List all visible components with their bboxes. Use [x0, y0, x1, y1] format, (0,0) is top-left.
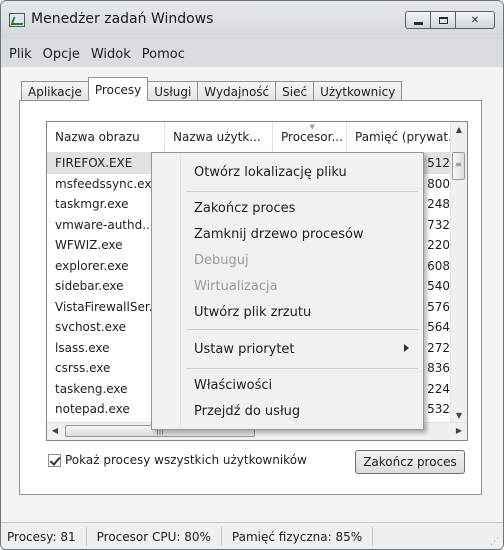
status-processes: Procesy: 81	[1, 527, 87, 546]
process-name: notepad.exe	[55, 402, 130, 416]
close-icon: ✕	[470, 14, 480, 26]
menu-pomoc[interactable]: Pomoc	[138, 47, 192, 62]
process-name: VistaFirewallSer...	[55, 299, 161, 314]
window-controls: ✕	[405, 11, 495, 29]
process-name: lsass.exe	[55, 340, 110, 355]
size-grip-icon[interactable]: ⋰	[490, 537, 500, 547]
status-bar: Procesy: 81 Procesor CPU: 80% Pamięć fiz…	[1, 522, 503, 549]
minimize-button[interactable]	[405, 11, 431, 29]
menu-bar: Plik Opcje Widok Pomoc	[1, 43, 503, 65]
process-memory: 248	[427, 197, 450, 211]
process-memory: 220	[427, 238, 450, 252]
menu-create-dump[interactable]: Utwórz plik zrzutu	[154, 300, 421, 324]
menu-debug: Debuguj	[194, 252, 249, 268]
scroll-right-icon[interactable]: ▶	[451, 423, 467, 439]
process-memory: 608	[427, 258, 450, 273]
minimize-icon	[413, 21, 423, 25]
column-user-name[interactable]: Nazwa użytk...	[165, 122, 273, 152]
tab-network[interactable]: Sieć	[275, 81, 315, 101]
window-title: Menedżer zadań Windows	[31, 11, 214, 27]
app-icon	[9, 13, 25, 27]
sort-arrow-icon: ▼	[309, 123, 315, 131]
vertical-scroll-thumb[interactable]: ≡	[452, 152, 465, 180]
menu-end-process-tree[interactable]: Zamknij drzewo procesów	[154, 222, 421, 246]
menu-set-priority-label: Ustaw priorytet	[194, 341, 295, 357]
vertical-scrollbar[interactable]: ▲ ≡ ▼	[450, 122, 467, 424]
process-memory: 576	[427, 299, 450, 314]
menu-properties[interactable]: Właściwości	[154, 373, 421, 397]
menu-widok[interactable]: Widok	[87, 47, 138, 62]
process-name: svchost.exe	[55, 320, 126, 334]
menu-set-priority[interactable]: Ustaw priorytet	[154, 337, 421, 361]
scroll-up-icon[interactable]: ▲	[451, 122, 467, 138]
menu-open-file-location[interactable]: Otwórz lokalizację pliku	[154, 160, 421, 184]
process-name: vmware-authd...	[55, 217, 154, 232]
show-all-users-label: Pokaż procesy wszystkich użytkowników	[65, 453, 307, 467]
tab-performance[interactable]: Wydajność	[197, 81, 277, 101]
process-name: WFWIZ.exe	[55, 238, 123, 252]
status-cpu: Procesor CPU: 80%	[87, 527, 222, 546]
end-process-button[interactable]: Zakończ proces	[355, 450, 465, 474]
process-memory: 224	[427, 381, 450, 396]
process-memory: 732	[427, 217, 450, 232]
menu-separator	[186, 329, 418, 330]
process-name: taskeng.exe	[55, 381, 128, 396]
column-image-name[interactable]: Nazwa obrazu	[47, 122, 165, 152]
tab-users[interactable]: Użytkownicy	[313, 81, 403, 101]
process-memory: 272	[427, 340, 450, 355]
tab-services[interactable]: Usługi	[147, 81, 199, 101]
process-name: FIREFOX.EXE	[55, 156, 133, 170]
tab-strip: Aplikacje Procesy Usługi Wydajność Sieć …	[21, 77, 403, 101]
process-memory: 532	[427, 402, 450, 416]
tab-processes[interactable]: Procesy	[87, 77, 149, 101]
process-name: taskmgr.exe	[55, 197, 129, 211]
process-name: sidebar.exe	[55, 279, 124, 293]
scroll-left-icon[interactable]: ◀	[47, 423, 63, 439]
submenu-arrow-icon	[404, 344, 409, 352]
process-memory: 512	[427, 156, 450, 170]
process-memory: 800	[427, 176, 450, 191]
column-cpu[interactable]: ▼ Procesor...	[273, 122, 347, 152]
maximize-icon	[438, 16, 448, 24]
process-name: explorer.exe	[55, 258, 129, 273]
status-memory: Pamięć fizyczna: 85%	[222, 527, 374, 546]
column-memory[interactable]: Pamięć (prywat...	[347, 122, 452, 152]
title-bar[interactable]: Menedżer zadań Windows ✕	[1, 1, 503, 39]
show-all-users-checkbox[interactable]	[48, 453, 61, 467]
menu-opcje[interactable]: Opcje	[39, 47, 87, 62]
column-cpu-label: Procesor...	[281, 130, 343, 144]
menu-plik[interactable]: Plik	[5, 47, 39, 62]
context-menu: Otwórz lokalizację pliku Zakończ proces …	[151, 152, 424, 430]
menu-virtualization: Wirtualizacja	[194, 278, 278, 294]
process-memory: 564	[427, 320, 450, 334]
maximize-button[interactable]	[430, 11, 456, 29]
menu-go-to-services[interactable]: Przejdź do usług	[154, 399, 421, 423]
process-name: msfeedssync.exe	[55, 176, 159, 191]
menu-separator	[186, 368, 418, 369]
menu-end-process[interactable]: Zakończ proces	[154, 196, 421, 220]
process-memory: 540	[427, 279, 450, 293]
process-name: csrss.exe	[55, 361, 111, 375]
tab-applications[interactable]: Aplikacje	[21, 81, 89, 101]
process-memory: 836	[427, 361, 450, 375]
close-button[interactable]: ✕	[455, 11, 495, 29]
list-header: Nazwa obrazu Nazwa użytk... ▼ Procesor...…	[47, 122, 452, 153]
menu-separator	[186, 191, 418, 192]
show-all-users-option[interactable]: Pokaż procesy wszystkich użytkowników	[48, 453, 307, 467]
